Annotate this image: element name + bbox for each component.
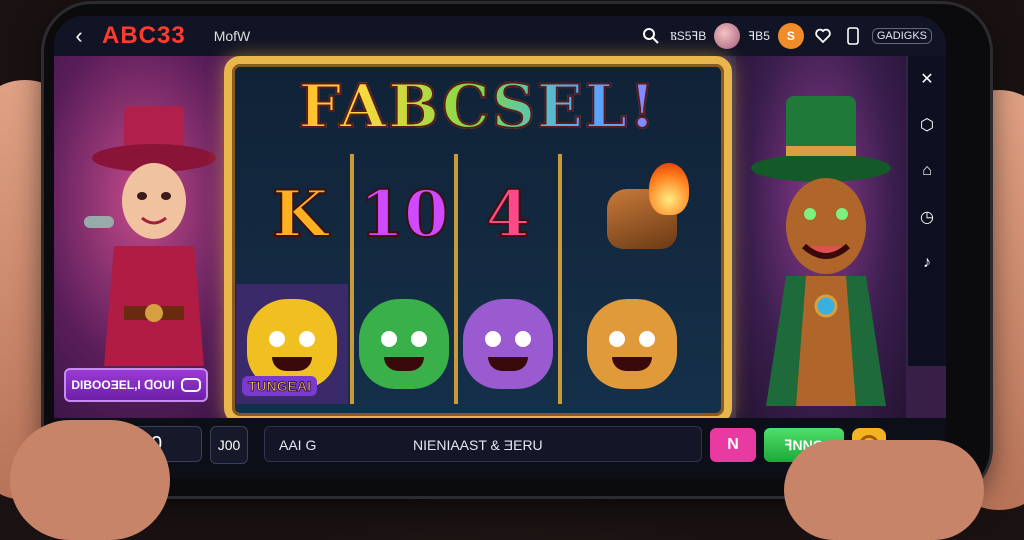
message-center: NIENIAAST & ƎERU	[413, 437, 543, 453]
close-icon[interactable]: ✕	[914, 66, 940, 92]
message-left: AAI G	[279, 437, 317, 453]
symbol-10-text: 10	[358, 176, 449, 253]
promo-button[interactable]: DIBOOƎEL,I ꓷOUI	[64, 368, 208, 402]
shield-icon[interactable]: ⬡	[914, 112, 940, 138]
bonus-symbol-label: TUNGEAI	[242, 376, 317, 396]
left-thumb	[10, 420, 170, 540]
message-bar: AAI G NIENIAAST & ƎERU	[264, 426, 702, 462]
right-thumb	[784, 440, 984, 540]
reel-symbol-4: 4	[458, 164, 558, 264]
reel-symbol-green-wolf	[354, 284, 454, 404]
green-wolf-icon	[359, 299, 449, 389]
mode-label[interactable]: MofW	[214, 28, 251, 44]
back-arrow-icon[interactable]: ‹	[68, 23, 90, 49]
search-icon[interactable]	[640, 25, 662, 47]
game-screen: ‹ ABC33 MofW ⲂS5ꟻB ꟻB5 S GADIGKS DIBOOƎE…	[54, 16, 946, 478]
avatar[interactable]	[714, 23, 741, 49]
stat-readout-1: ⲂS5ꟻB	[670, 28, 707, 43]
reel-symbol-purple-wolf	[458, 284, 558, 404]
symbol-4-text: 4	[485, 176, 532, 253]
leprechaun-beast-character	[751, 96, 891, 406]
reel-symbol-k: K	[252, 164, 348, 264]
fire-beast-icon	[607, 163, 689, 249]
fox-icon	[587, 299, 677, 389]
phone-icon[interactable]	[842, 25, 864, 47]
info-button[interactable]: N	[710, 428, 756, 462]
app-logo: ABC33	[102, 22, 186, 49]
game-title: FABCSEL!	[232, 71, 724, 143]
purple-wolf-icon	[463, 299, 553, 389]
coin-icon[interactable]: S	[777, 23, 804, 49]
top-bar: ‹ ABC33 MofW ⲂS5ꟻB ꟻB5 S GADIGKS	[54, 16, 946, 56]
eye-icon	[180, 378, 201, 392]
promo-label: DIBOOƎEL,I ꓷOUI	[71, 378, 175, 392]
heart-icon[interactable]	[812, 25, 834, 47]
slot-reels-frame: FABCSEL! K 10 4 TUNGEAI	[224, 56, 732, 424]
symbol-k-text: K	[271, 176, 329, 253]
reel-symbol-10: 10	[354, 164, 454, 264]
side-toolbar: ✕ ⬡ ⌂ ◷ ♪	[908, 56, 946, 366]
right-character-panel	[736, 56, 906, 418]
sound-icon[interactable]: ♪	[914, 250, 940, 276]
account-label[interactable]: GADIGKS	[871, 28, 932, 44]
reel-symbol-fire-beast	[582, 163, 702, 264]
bet-selector[interactable]: J00	[210, 426, 248, 464]
ringmaster-character	[84, 106, 216, 366]
reel-symbol-fox	[562, 284, 702, 404]
home-icon[interactable]: ⌂	[914, 158, 940, 184]
top-right-controls: ⲂS5ꟻB ꟻB5 S GADIGKS	[640, 16, 932, 56]
stat-readout-2: ꟻB5	[748, 29, 770, 43]
clock-icon[interactable]: ◷	[914, 204, 940, 230]
